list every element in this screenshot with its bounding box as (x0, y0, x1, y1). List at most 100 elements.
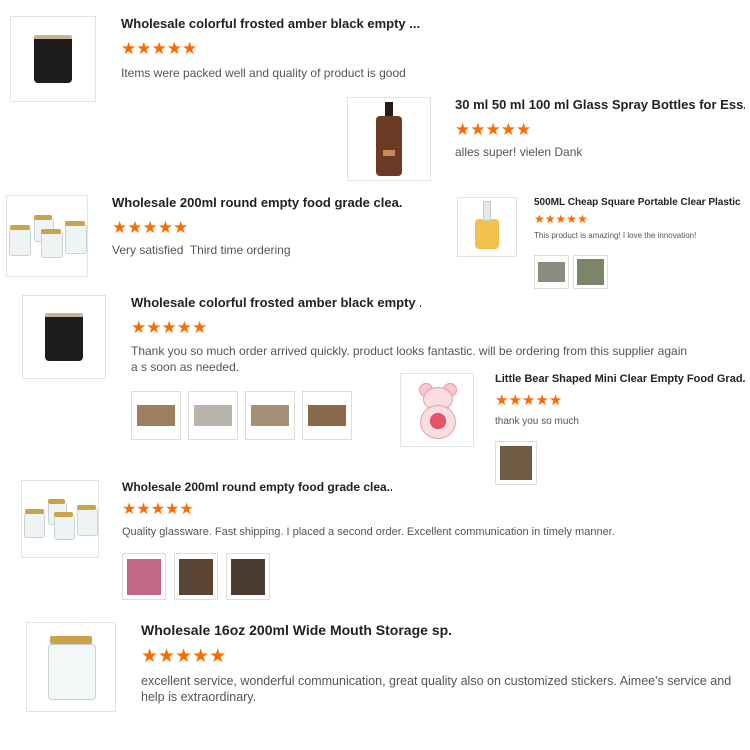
product-thumbnail[interactable] (400, 373, 474, 447)
star-icon: ★ (534, 212, 545, 226)
star-icon: ★ (548, 392, 563, 409)
review-text: Items were packed well and quality of pr… (121, 66, 406, 80)
star-rating: ★ ★ ★ ★ ★ (495, 393, 562, 408)
star-icon: ★ (122, 501, 137, 518)
star-icon: ★ (141, 646, 159, 667)
review-photo[interactable] (131, 391, 181, 440)
star-icon: ★ (577, 212, 588, 226)
photo-image (136, 404, 176, 427)
star-icon: ★ (176, 318, 192, 337)
star-icon: ★ (209, 646, 227, 667)
review-text: This product is amazing! I love the inno… (534, 231, 697, 240)
product-title[interactable]: Wholesale 200ml round empty food grade c… (112, 195, 402, 210)
review-photo[interactable] (245, 391, 295, 440)
star-icon: ★ (508, 392, 522, 409)
review-photo[interactable] (534, 255, 569, 289)
product-thumbnail[interactable] (6, 195, 88, 277)
photo-image (500, 446, 532, 480)
star-icon: ★ (555, 212, 567, 226)
product-title[interactable]: 500ML Cheap Square Portable Clear Plasti… (534, 197, 744, 208)
star-icon: ★ (179, 501, 194, 518)
star-icon: ★ (151, 39, 167, 58)
glass-jars-icon (9, 214, 87, 258)
star-icon: ★ (455, 120, 471, 139)
product-thumbnail[interactable] (457, 197, 517, 257)
star-icon: ★ (192, 318, 208, 337)
amber-spray-bottle-icon (376, 102, 402, 176)
review-photo[interactable] (226, 553, 270, 600)
product-thumbnail[interactable] (21, 480, 99, 558)
star-icon: ★ (136, 501, 151, 518)
star-icon: ★ (566, 212, 578, 226)
star-icon: ★ (192, 646, 210, 667)
star-rating: ★ ★ ★ ★ ★ (131, 319, 207, 336)
star-icon: ★ (161, 318, 177, 337)
star-icon: ★ (535, 392, 549, 409)
star-icon: ★ (495, 392, 509, 409)
bear-jar-icon (417, 383, 457, 439)
product-title[interactable]: Wholesale 16oz 200ml Wide Mouth Storage … (141, 622, 451, 638)
square-bottle-icon (475, 201, 499, 249)
review-photo[interactable] (122, 553, 166, 600)
photo-image (193, 404, 233, 427)
black-candle-jar-icon (45, 313, 83, 361)
star-icon: ★ (166, 39, 182, 58)
star-icon: ★ (175, 646, 193, 667)
photo-image (577, 259, 604, 285)
star-icon: ★ (142, 218, 158, 237)
review-text: Very satisfied Third time ordering (112, 243, 291, 257)
star-icon: ★ (112, 218, 128, 237)
review-photo[interactable] (573, 255, 608, 289)
photo-image (250, 404, 290, 427)
star-icon: ★ (544, 212, 556, 226)
product-thumbnail[interactable] (10, 16, 96, 102)
star-icon: ★ (157, 218, 173, 237)
product-thumbnail[interactable] (347, 97, 431, 181)
photo-image (538, 262, 565, 282)
star-rating: ★ ★ ★ ★ ★ (121, 40, 197, 57)
star-icon: ★ (521, 392, 536, 409)
glass-jars-icon (24, 498, 98, 540)
photo-image (231, 558, 265, 595)
star-rating: ★ ★ ★ ★ ★ (122, 502, 194, 518)
star-icon: ★ (146, 318, 162, 337)
star-rating: ★ ★ ★ ★ ★ (455, 121, 531, 138)
star-icon: ★ (516, 120, 532, 139)
star-icon: ★ (127, 218, 143, 237)
product-title[interactable]: Little Bear Shaped Mini Clear Empty Food… (495, 373, 745, 385)
review-text: thank you so much (495, 416, 579, 427)
star-icon: ★ (165, 501, 180, 518)
review-photo[interactable] (302, 391, 352, 440)
product-title[interactable]: Wholesale colorful frosted amber black e… (121, 16, 420, 31)
product-thumbnail[interactable] (26, 622, 116, 712)
review-text: alles super! vielen Dank (455, 145, 583, 159)
wide-mouth-jar-icon (48, 636, 96, 700)
star-icon: ★ (121, 39, 137, 58)
star-rating: ★ ★ ★ ★ ★ (112, 219, 188, 236)
product-thumbnail[interactable] (22, 295, 106, 379)
photo-image (307, 404, 347, 427)
star-rating: ★ ★ ★ ★ ★ (534, 213, 588, 225)
star-icon: ★ (500, 120, 516, 139)
photo-image (179, 558, 213, 595)
black-candle-jar-icon (34, 35, 72, 83)
review-photo[interactable] (188, 391, 238, 440)
star-icon: ★ (182, 39, 198, 58)
star-icon: ★ (470, 120, 486, 139)
star-icon: ★ (173, 218, 189, 237)
star-icon: ★ (158, 646, 176, 667)
review-photo[interactable] (174, 553, 218, 600)
photo-image (127, 558, 161, 595)
product-title[interactable]: 30 ml 50 ml 100 ml Glass Spray Bottles f… (455, 97, 745, 112)
review-photo[interactable] (495, 441, 537, 485)
star-icon: ★ (131, 318, 147, 337)
star-rating: ★ ★ ★ ★ ★ (141, 647, 226, 666)
review-text: Thank you so much order arrived quickly.… (131, 344, 688, 374)
star-icon: ★ (136, 39, 152, 58)
review-text: excellent service, wonderful communicati… (141, 674, 732, 705)
product-title[interactable]: Wholesale colorful frosted amber black e… (131, 295, 421, 310)
star-icon: ★ (485, 120, 501, 139)
product-title[interactable]: Wholesale 200ml round empty food grade c… (122, 480, 392, 494)
review-text: Quality glassware. Fast shipping. I plac… (122, 526, 615, 538)
star-icon: ★ (150, 501, 166, 518)
